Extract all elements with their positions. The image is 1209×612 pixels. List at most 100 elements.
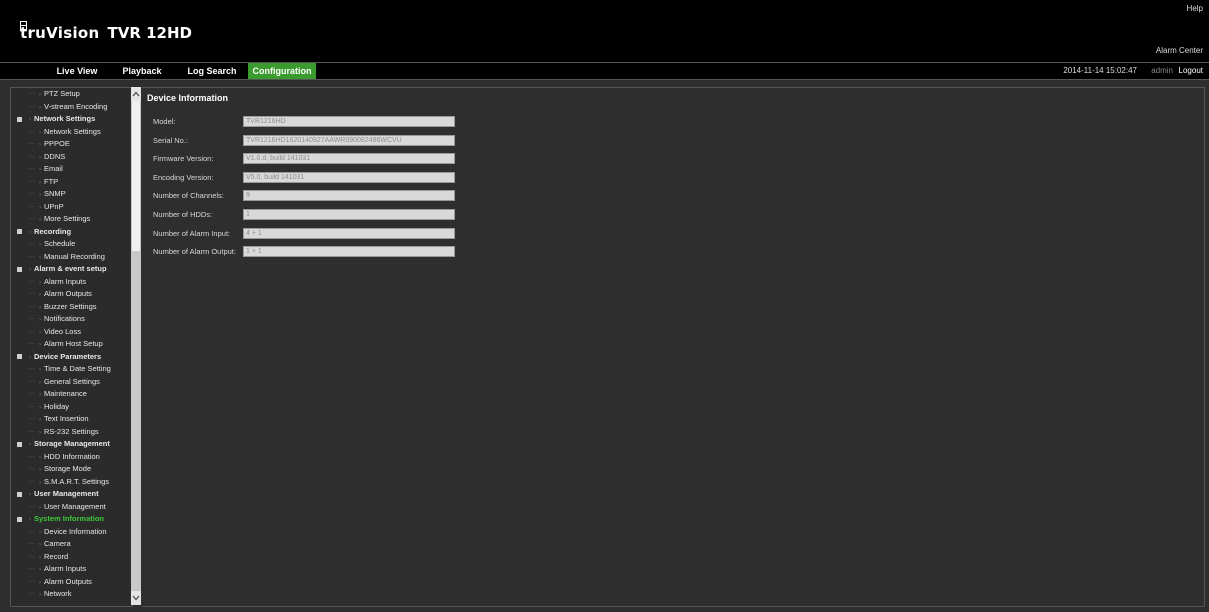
sidebar-item-storage-mode[interactable]: ··· › Storage Mode <box>11 463 132 476</box>
tree-branch-icon: ··· <box>29 403 35 410</box>
sidebar-item-label: PPPOE <box>44 139 70 148</box>
sidebar-item-notifications[interactable]: ··· › Notifications <box>11 313 132 326</box>
sidebar-item-label: Time & Date Setting <box>44 364 111 373</box>
tree-branch-icon: ··· <box>29 378 35 385</box>
sidebar-item-v-stream-encoding[interactable]: ··· › V-stream Encoding <box>11 101 132 114</box>
tree-branch-icon: ··· <box>29 316 35 322</box>
sidebar-item-label: Network Settings <box>44 126 101 136</box>
page-title: Device Information <box>147 93 229 103</box>
sidebar-item-buzzer-settings[interactable]: ··· › Buzzer Settings <box>11 301 132 314</box>
sidebar-item-alarm-host-setup[interactable]: ··· › Alarm Host Setup <box>11 338 132 351</box>
collapse-icon[interactable] <box>17 491 22 497</box>
tab-configuration[interactable]: Configuration <box>248 63 316 79</box>
sidebar-item-label: User Management <box>44 501 106 511</box>
sidebar-item-label: UPnP <box>44 201 64 211</box>
sidebar-item-rs-232-settings[interactable]: ··· › RS-232 Settings <box>11 426 132 439</box>
collapse-icon[interactable] <box>17 441 22 447</box>
sidebar-item-more-settings[interactable]: ··· › More Settings <box>11 213 132 226</box>
sidebar-item-email[interactable]: ··· › Email <box>11 163 132 176</box>
scroll-down-button[interactable] <box>131 591 141 605</box>
sidebar-section-storage-management[interactable]: › Storage Management <box>11 438 132 451</box>
sidebar-item-network-settings[interactable]: ··· › Network Settings <box>11 126 132 139</box>
sidebar-item-video-loss[interactable]: ··· › Video Loss <box>11 326 132 339</box>
sidebar-section-recording[interactable]: › Recording <box>11 226 132 239</box>
sidebar-item-holiday[interactable]: ··· › Holiday <box>11 401 132 414</box>
arrow-icon: › <box>39 104 41 111</box>
tree-branch-icon: ··· <box>29 153 35 160</box>
tab-playback[interactable]: Playback <box>117 63 167 79</box>
sidebar-item-network[interactable]: ··· › Network <box>11 588 132 601</box>
serial-no-field: TVR1216HD1620140927AAWR090082486WCVU <box>243 134 455 146</box>
collapse-icon[interactable] <box>17 516 22 522</box>
sidebar-item-general-settings[interactable]: ··· › General Settings <box>11 376 132 389</box>
sidebar-item-snmp[interactable]: ··· › SNMP <box>11 188 132 201</box>
scroll-thumb[interactable] <box>132 101 140 251</box>
sidebar-item-ftp[interactable]: ··· › FTP <box>11 176 132 189</box>
sidebar-item-record[interactable]: ··· › Record <box>11 551 132 564</box>
sidebar-item-alarm-inputs[interactable]: ··· › Alarm Inputs <box>11 276 132 289</box>
arrow-icon: › <box>39 417 41 423</box>
sidebar-item-label: Alarm & event setup <box>34 264 107 273</box>
field-label: Firmware Version: <box>153 154 214 164</box>
tree-branch-icon: ··· <box>29 91 35 97</box>
sidebar-section-alarm-event-setup[interactable]: › Alarm & event setup <box>11 263 132 276</box>
sidebar-item-label: Recording <box>34 226 72 236</box>
sidebar-item-text-insertion[interactable]: ··· › Text Insertion <box>11 413 132 426</box>
arrow-icon: › <box>39 542 41 548</box>
sidebar-item-label: Notifications <box>44 314 85 323</box>
tree-branch-icon: ··· <box>29 341 35 347</box>
sidebar-item-maintenance[interactable]: ··· › Maintenance <box>11 388 132 401</box>
number-of-alarm-output-field: 1 + 1 <box>243 246 455 258</box>
collapse-icon[interactable] <box>17 266 22 272</box>
sidebar-item-alarm-outputs[interactable]: ··· › Alarm Outputs <box>11 288 132 301</box>
sidebar-item-pppoe[interactable]: ··· › PPPOE <box>11 138 132 151</box>
logout-link[interactable]: Logout <box>1179 63 1203 79</box>
scroll-up-button[interactable] <box>131 87 141 101</box>
arrow-icon: › <box>39 254 41 261</box>
arrow-icon: › <box>39 367 41 373</box>
sidebar-item-device-information[interactable]: ··· › Device Information <box>11 526 132 539</box>
collapse-icon[interactable] <box>17 354 22 360</box>
sidebar-item-upnp[interactable]: ··· › UPnP <box>11 201 132 214</box>
arrow-icon: › <box>39 154 41 161</box>
field-label: Number of HDDs: <box>153 210 213 219</box>
sidebar-item-s-m-a-r-t-settings[interactable]: ··· › S.M.A.R.T. Settings <box>11 476 132 489</box>
sidebar-section-user-management[interactable]: › User Management <box>11 488 132 501</box>
sidebar-scrollbar[interactable] <box>131 87 141 605</box>
tab-log-search[interactable]: Log Search <box>182 63 242 79</box>
arrow-icon: › <box>39 129 41 136</box>
alarm-center-link[interactable]: Alarm Center <box>1156 46 1203 55</box>
sidebar-item-alarm-inputs[interactable]: ··· › Alarm Inputs <box>11 563 132 576</box>
sidebar-item-ptz-setup[interactable]: ··· › PTZ Setup <box>11 88 132 101</box>
sidebar-section-system-information[interactable]: › System Information <box>11 513 132 526</box>
arrow-icon: › <box>39 329 41 336</box>
field-label: Serial No.: <box>153 135 189 145</box>
sidebar-item-schedule[interactable]: ··· › Schedule <box>11 238 132 251</box>
firmware-version-field: V1.0.d, build 141031 <box>243 153 455 165</box>
arrow-icon: › <box>39 504 41 511</box>
sidebar-item-label: Video Loss <box>44 326 81 336</box>
sidebar-item-user-management[interactable]: ··· › User Management <box>11 501 132 514</box>
tree-branch-icon: ··· <box>29 528 35 535</box>
sidebar-item-ddns[interactable]: ··· › DDNS <box>11 151 132 164</box>
sidebar-item-manual-recording[interactable]: ··· › Manual Recording <box>11 251 132 264</box>
tree-branch-icon: ··· <box>29 553 35 560</box>
sidebar-item-alarm-outputs[interactable]: ··· › Alarm Outputs <box>11 576 132 589</box>
tree-branch-icon: ··· <box>29 278 35 285</box>
tab-live-view[interactable]: Live View <box>47 63 107 79</box>
tree-branch-icon: ··· <box>29 291 35 297</box>
arrow-icon: › <box>39 554 41 561</box>
sidebar-item-time-date-setting[interactable]: ··· › Time & Date Setting <box>11 363 132 376</box>
arrow-icon: › <box>39 142 41 148</box>
sidebar-item-hdd-information[interactable]: ··· › HDD Information <box>11 451 132 464</box>
help-link[interactable]: Help <box>1187 4 1203 13</box>
sidebar-item-label: Storage Mode <box>44 464 92 473</box>
model-field: TVR1216HD <box>243 116 455 127</box>
field-label: Encoding Version: <box>153 172 214 182</box>
sidebar-section-device-parameters[interactable]: › Device Parameters <box>11 351 132 364</box>
sidebar-section-network-settings[interactable]: › Network Settings <box>11 113 132 126</box>
sidebar-item-camera[interactable]: ··· › Camera <box>11 538 132 551</box>
collapse-icon[interactable] <box>17 229 22 235</box>
tree-branch-icon: ··· <box>29 141 35 147</box>
collapse-icon[interactable] <box>17 116 22 122</box>
